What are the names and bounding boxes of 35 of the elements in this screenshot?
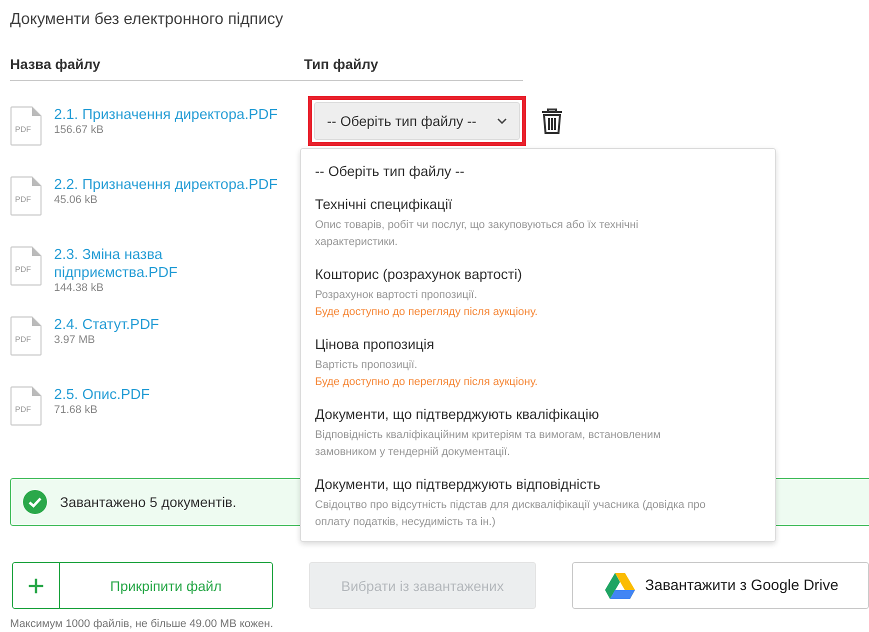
column-header: Тип файлу — [304, 56, 378, 72]
option-description: Опис товарів, робіт чи послуг, що закуповуються або їх технічні характеристики. — [315, 218, 640, 250]
section-title: Документи без електронного підпису — [10, 10, 284, 30]
option-description: Вартість пропозиції. — [315, 358, 418, 373]
option-label[interactable]: Документи, що підтверджують кваліфікацію — [315, 404, 775, 424]
option-label[interactable]: Кошторис (розрахунок вартості) — [315, 264, 775, 284]
pdf-file-icon: PDF — [10, 176, 42, 216]
option-label[interactable]: -- Оберіть тип файлу -- — [315, 161, 775, 181]
upload-limit-hint: Максимум 1000 файлів, не більше 49.00 MB кожен. — [10, 618, 274, 630]
pdf-file-icon: PDF — [10, 106, 42, 146]
pdf-file-icon: PDF — [10, 246, 42, 286]
file-type-select[interactable]: -- Оберіть тип файлу -- — [314, 102, 520, 140]
google-drive-button[interactable]: Завантажити з Google Drive — [572, 562, 869, 609]
option-label[interactable]: Документи, що підтверджують відповідність — [315, 474, 775, 494]
option-note: Буде доступно до перегляду після аукціону. — [315, 305, 539, 320]
option-description: Відповідність кваліфікаційним критеріям та вимогам, встановленим замовником у тендерній документації. — [315, 428, 662, 460]
alert-text: Завантажено 5 документів. — [60, 494, 236, 510]
file-size: 144.38 kB — [54, 282, 105, 295]
drive-logo-icon — [605, 572, 636, 598]
option-note: Буде доступно до перегляду після аукціону. — [315, 375, 539, 390]
pdf-file-icon: PDF — [10, 316, 42, 356]
caret-icon — [497, 118, 507, 124]
option-label[interactable]: Цінова пропозиція — [315, 334, 775, 354]
pdf-file-icon: PDF — [10, 386, 42, 426]
trash-icon[interactable] — [540, 108, 564, 134]
file-size: 3.97 MB — [54, 334, 96, 347]
file-size: 156.67 kB — [54, 124, 105, 137]
check-circle-icon — [23, 490, 47, 514]
file-size: 71.68 kB — [54, 404, 98, 417]
option-description: Розрахунок вартості пропозиції. — [315, 288, 478, 303]
option-description: Свідоцтво про відсутність підстав для дискваліфікації учасника (довідка про оплату податків, несудимість та ін.) — [315, 498, 707, 530]
option-label[interactable]: Технічні специфікації — [315, 194, 775, 214]
column-header: Назва файлу — [10, 56, 102, 72]
plus-icon — [27, 576, 45, 594]
file-size: 45.06 kB — [54, 194, 98, 207]
